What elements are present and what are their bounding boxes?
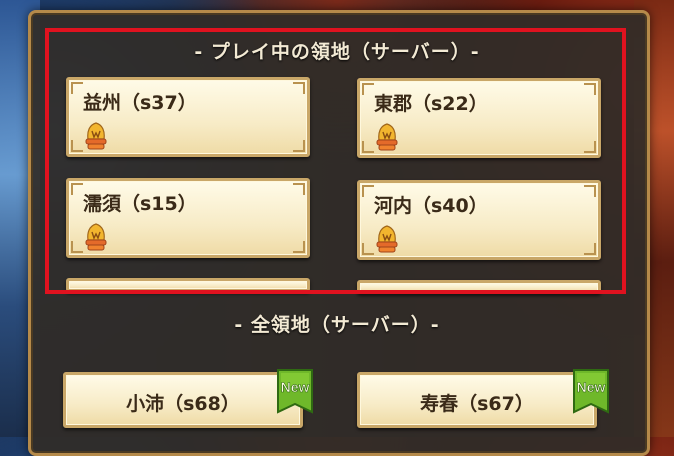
new-badge-label: New bbox=[577, 379, 606, 395]
server-card-s68[interactable]: 小沛（s68） bbox=[63, 372, 303, 428]
helmet-icon bbox=[376, 225, 398, 253]
server-card-label: 小沛（s68） bbox=[126, 393, 240, 415]
server-card-s37[interactable]: 益州（s37） bbox=[66, 77, 310, 157]
server-card-s15[interactable]: 濡須（s15） bbox=[66, 178, 310, 258]
all-section-title: - 全領地（サーバー）- bbox=[234, 314, 440, 336]
server-card-partial[interactable] bbox=[357, 280, 601, 294]
new-badge: New bbox=[277, 369, 313, 414]
server-card-label: 寿春（s67） bbox=[420, 393, 534, 415]
server-card-label: 東郡（s22） bbox=[374, 93, 488, 115]
server-card-s22[interactable]: 東郡（s22） bbox=[357, 78, 601, 158]
playing-section-title: - プレイ中の領地（サーバー）- bbox=[194, 41, 480, 63]
new-badge: New bbox=[573, 369, 609, 414]
helmet-icon bbox=[376, 123, 398, 151]
helmet-icon bbox=[85, 122, 107, 150]
server-card-partial[interactable] bbox=[66, 278, 310, 292]
new-badge-label: New bbox=[281, 379, 310, 395]
helmet-icon bbox=[85, 223, 107, 251]
server-card-label: 河内（s40） bbox=[374, 195, 488, 217]
server-card-label: 益州（s37） bbox=[83, 92, 197, 114]
server-card-label: 濡須（s15） bbox=[83, 193, 197, 215]
server-card-s67[interactable]: 寿春（s67） bbox=[357, 372, 597, 428]
server-card-s40[interactable]: 河内（s40） bbox=[357, 180, 601, 260]
